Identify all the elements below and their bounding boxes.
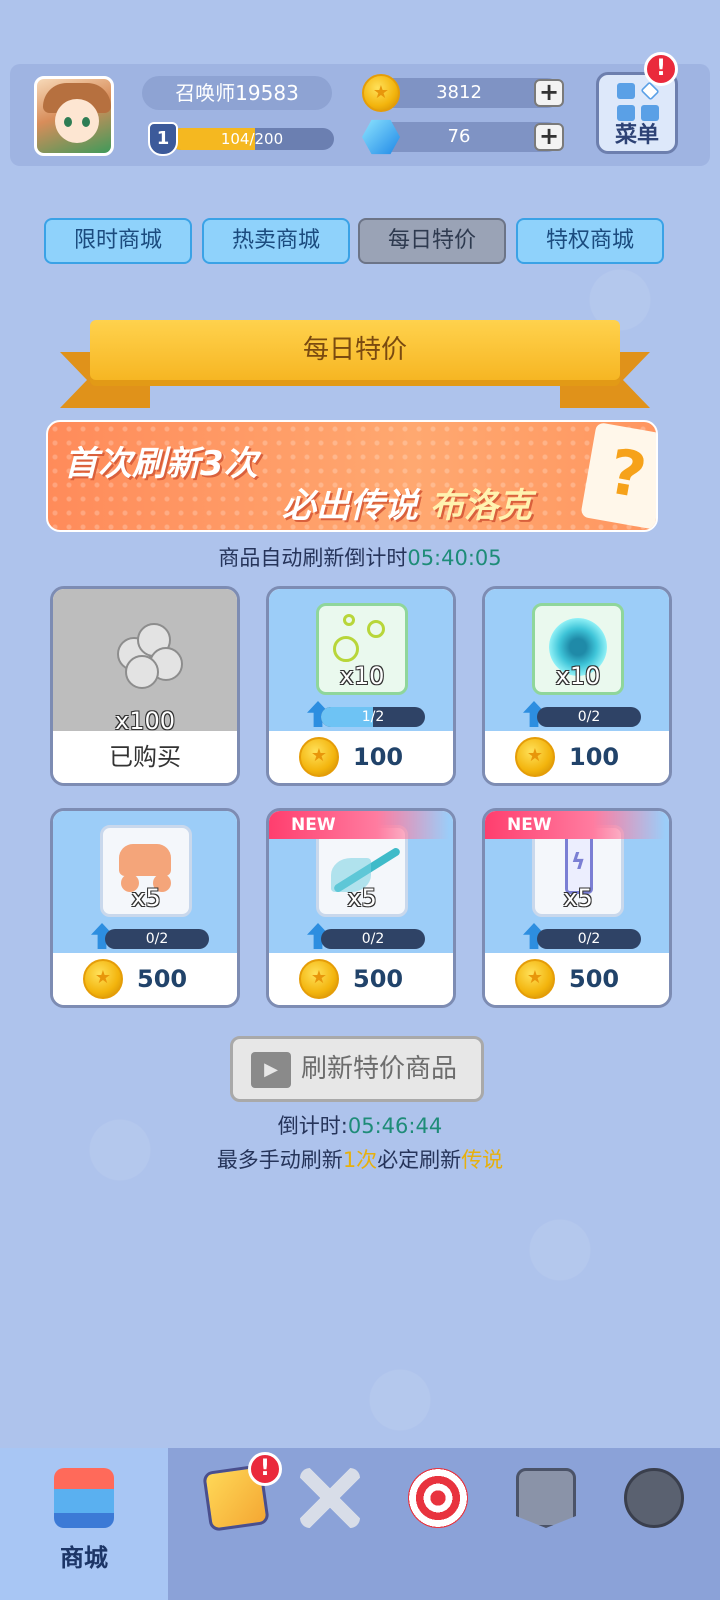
price-area: 500: [269, 953, 453, 1005]
product-count: x10: [339, 662, 385, 690]
progress-text: 0/2: [145, 931, 169, 947]
product-price: 500: [569, 965, 620, 993]
gold-coin-icon: [83, 959, 123, 999]
menu-alert-icon: !: [644, 52, 678, 86]
nav-target[interactable]: [378, 1448, 498, 1600]
gold-coin-icon: [515, 959, 555, 999]
player-name: 召唤师19583: [142, 76, 332, 110]
auto-refresh-label: 商品自动刷新倒计时: [218, 546, 408, 570]
banner-line2: 必出传说 布洛克: [282, 478, 532, 527]
progress-text: 0/2: [577, 709, 601, 725]
level-shield-icon: 1: [148, 122, 178, 156]
price-area: 500: [53, 953, 237, 1005]
section-title: 每日特价: [90, 320, 620, 380]
vortex-icon: x10: [532, 603, 624, 695]
tab-privilege-shop[interactable]: 特权商城: [516, 218, 664, 264]
avatar-face: [55, 99, 99, 143]
nav-chat[interactable]: [594, 1448, 714, 1600]
product-progress: 0/2: [105, 929, 209, 949]
auto-refresh-time: 05:40:05: [407, 546, 502, 570]
banner-line1: 首次刷新3次: [64, 444, 258, 484]
countdown-label: 倒计时:: [277, 1114, 348, 1138]
gold-coin-icon: [362, 74, 400, 112]
product-card-ice-spear[interactable]: x5 NEW 0/2 500: [266, 808, 456, 1008]
avatar[interactable]: [34, 76, 114, 156]
note-suffix: 传说: [461, 1148, 504, 1172]
product-price: 500: [353, 965, 404, 993]
countdown-time: 05:46:44: [347, 1114, 443, 1138]
coin-value: 3812: [436, 82, 482, 103]
product-card-cannon-cart[interactable]: x5 0/2 500: [50, 808, 240, 1008]
auto-refresh-countdown: 商品自动刷新倒计时05:40:05: [0, 542, 720, 572]
product-count: x5: [131, 884, 161, 912]
banner-line2-prefix: 必出传说: [282, 486, 418, 526]
product-card-bubbles[interactable]: x10 1/2 100: [266, 586, 456, 786]
avatar-eye: [82, 117, 90, 127]
nav-shop-label: 商城: [60, 1544, 108, 1572]
product-card-silver-coins[interactable]: x100 已购买: [50, 586, 240, 786]
product-count: x5: [347, 884, 377, 912]
product-price: 100: [353, 743, 404, 771]
product-progress: 0/2: [537, 929, 641, 949]
note-middle: 必定刷新: [377, 1148, 462, 1172]
guild-banner-icon: [516, 1468, 576, 1528]
product-card-battery[interactable]: ϟ x5 NEW 0/2 500: [482, 808, 672, 1008]
tab-hot-shop[interactable]: 热卖商城: [202, 218, 350, 264]
refresh-deals-button[interactable]: 刷新特价商品: [230, 1036, 484, 1102]
nav-battle[interactable]: [270, 1448, 390, 1600]
gold-coin-icon: [299, 737, 339, 777]
target-icon: [408, 1468, 468, 1528]
add-gems-button[interactable]: +: [534, 123, 564, 151]
manual-refresh-note: 最多手动刷新1次必定刷新传说: [0, 1144, 720, 1174]
progress-text: 1/2: [361, 709, 385, 725]
new-badge: NEW: [269, 811, 449, 839]
avatar-eye: [64, 117, 72, 127]
note-prefix: 最多手动刷新: [216, 1148, 343, 1172]
shop-stall-icon: [54, 1468, 114, 1528]
nav-guild[interactable]: [486, 1448, 606, 1600]
gold-coin-icon: [299, 959, 339, 999]
product-progress: 0/2: [537, 707, 641, 727]
refresh-deals-label: 刷新特价商品: [301, 1054, 458, 1084]
product-progress: 0/2: [321, 929, 425, 949]
new-badge: NEW: [485, 811, 665, 839]
purchased-label: 已购买: [53, 731, 237, 783]
progress-text: 0/2: [361, 931, 385, 947]
cannon-cart-icon: x5: [100, 825, 192, 917]
product-progress: 1/2: [321, 707, 425, 727]
crossed-swords-icon: [300, 1468, 360, 1528]
product-count: x10: [555, 662, 601, 690]
bottom-nav: 商城 !: [0, 1448, 720, 1600]
product-card-vortex[interactable]: x10 0/2 100: [482, 586, 672, 786]
chat-bubbles-icon: [624, 1468, 684, 1528]
banner-hero-name: 布洛克: [429, 486, 532, 526]
product-price: 100: [569, 743, 620, 771]
progress-text: 0/2: [577, 931, 601, 947]
refresh-countdown: 倒计时:05:46:44: [0, 1110, 720, 1140]
xp-bar: 104/200: [170, 128, 334, 150]
player-header: 召唤师19583 1 104/200 3812 + 76 + 菜单 !: [10, 52, 710, 166]
gold-coin-icon: [515, 737, 555, 777]
product-price: 500: [137, 965, 188, 993]
note-count: 1次: [342, 1148, 378, 1172]
tab-limited-shop[interactable]: 限时商城: [44, 218, 192, 264]
bubbles-icon: x10: [316, 603, 408, 695]
gem-value: 76: [447, 126, 471, 147]
price-area: 100: [269, 731, 453, 783]
xp-text: 104/200: [220, 130, 284, 148]
silver-coins-icon: [111, 615, 185, 689]
menu-label: 菜单: [614, 123, 659, 148]
product-count: x5: [563, 884, 593, 912]
add-coins-button[interactable]: +: [534, 79, 564, 107]
nav-shop[interactable]: 商城: [0, 1448, 168, 1600]
tab-daily-deals[interactable]: 每日特价: [358, 218, 506, 264]
video-ad-icon: [251, 1052, 291, 1088]
promo-banner: 首次刷新3次 必出传说 布洛克 ?: [46, 420, 658, 532]
price-area: 100: [485, 731, 669, 783]
price-area: 500: [485, 953, 669, 1005]
